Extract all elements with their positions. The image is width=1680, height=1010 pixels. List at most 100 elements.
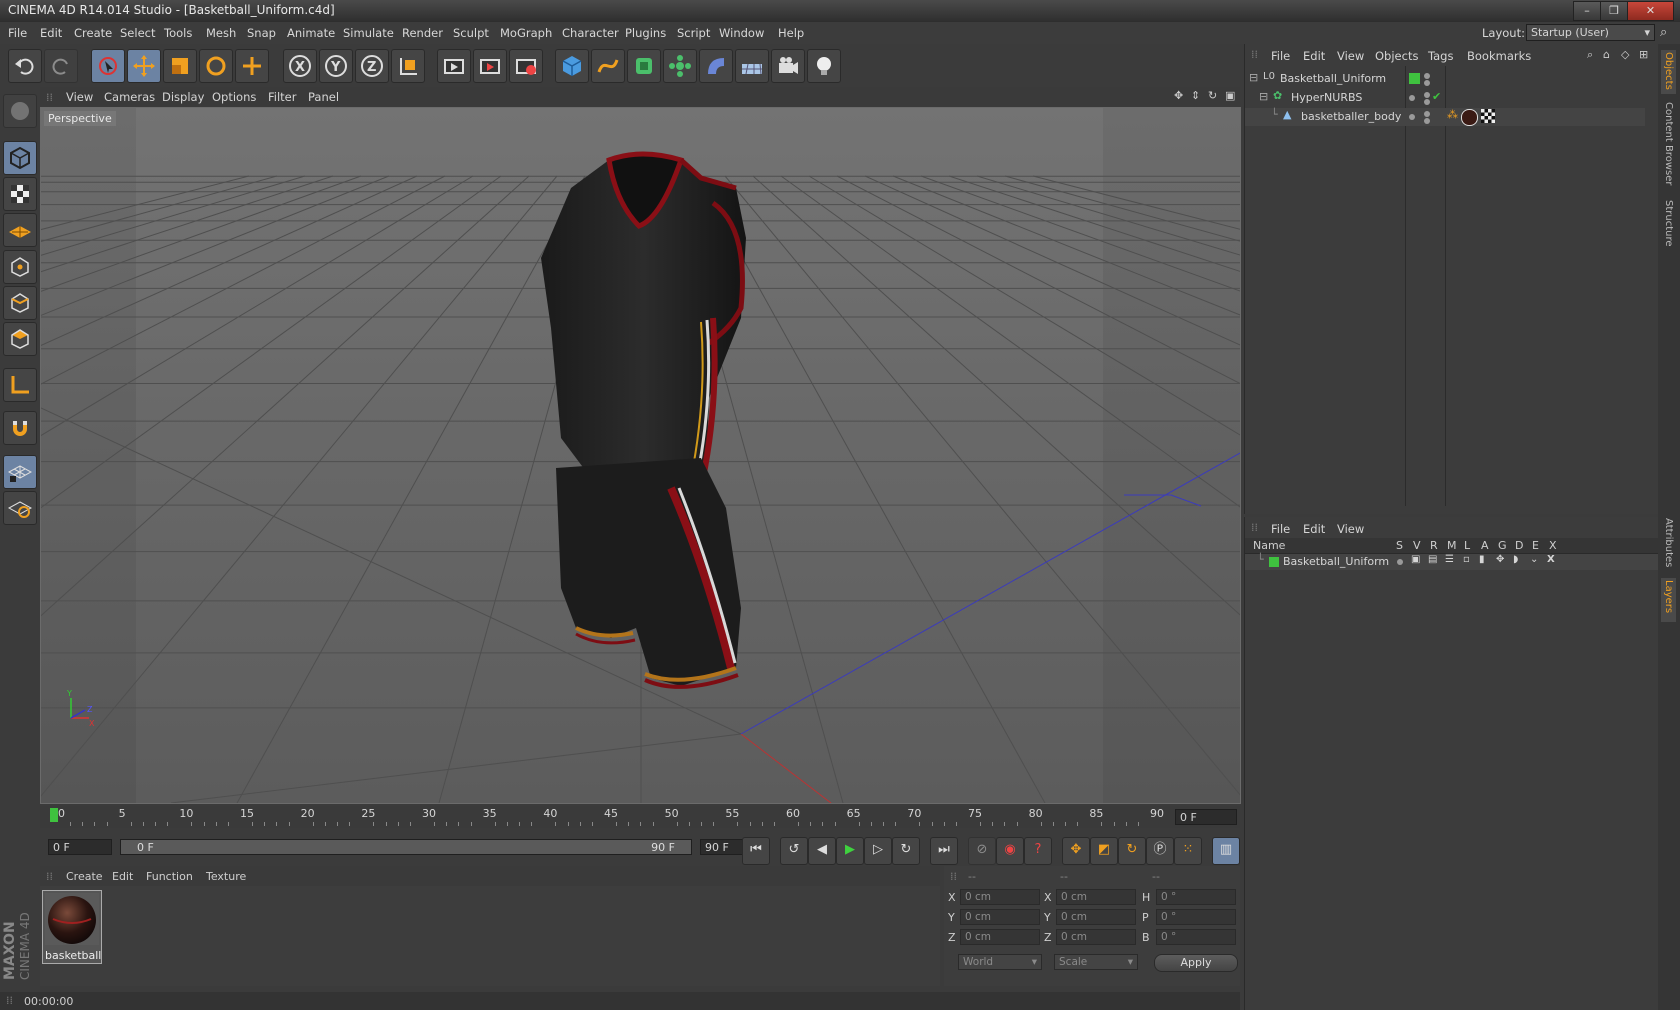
column-view[interactable]: V — [1413, 539, 1421, 552]
y-axis-lock-button[interactable]: Y — [319, 49, 353, 83]
layer-lock-icon[interactable]: ▫ — [1463, 554, 1470, 565]
column-animation[interactable]: A — [1481, 539, 1489, 552]
maximize-button[interactable]: ❐ — [1600, 1, 1628, 21]
column-xref[interactable]: X — [1549, 539, 1557, 552]
home-icon[interactable]: ⌂ — [1603, 48, 1610, 61]
light-button[interactable] — [807, 49, 841, 83]
material-menu-function[interactable]: Function — [146, 870, 193, 883]
menu-file[interactable]: File — [8, 26, 27, 40]
render-view-button[interactable] — [437, 49, 471, 83]
uvw-tag-icon[interactable] — [1481, 109, 1495, 123]
layout-dropdown[interactable]: Startup (User) ▾ — [1526, 24, 1655, 41]
column-locked[interactable]: L — [1464, 539, 1470, 552]
rotate-tool-button[interactable] — [199, 49, 233, 83]
viewport-menu-cameras[interactable]: Cameras — [104, 90, 155, 104]
minimize-button[interactable]: – — [1573, 1, 1601, 21]
viewport-menu-display[interactable]: Display — [162, 90, 204, 104]
pos-y-field[interactable]: 0 cm — [960, 909, 1040, 925]
timeline-window-button[interactable]: ▥ — [1212, 837, 1240, 865]
editor-visibility-dot[interactable] — [1424, 92, 1430, 98]
menu-edit[interactable]: Edit — [40, 26, 62, 40]
key-rotation-button[interactable]: ↻ — [1118, 837, 1146, 865]
layer-manager-icon[interactable]: ☰ — [1445, 554, 1454, 565]
spline-button[interactable] — [591, 49, 625, 83]
layer-dot[interactable] — [1409, 95, 1415, 101]
play-button[interactable]: ▶ — [836, 837, 864, 865]
x-axis-lock-button[interactable]: X — [283, 49, 317, 83]
material-menu-edit[interactable]: Edit — [112, 870, 133, 883]
next-key-button[interactable]: ↻ — [892, 837, 920, 865]
object-name[interactable]: Basketball_Uniform — [1280, 72, 1386, 85]
menu-help[interactable]: Help — [778, 26, 804, 40]
record-keys-button[interactable]: ⊘ — [968, 837, 996, 865]
material-menu-texture[interactable]: Texture — [206, 870, 246, 883]
camera-button[interactable] — [771, 49, 805, 83]
collapse-icon[interactable]: ⊟ — [1249, 71, 1258, 84]
layer-color-swatch[interactable] — [1269, 557, 1279, 567]
redo-button[interactable] — [44, 49, 78, 83]
tab-layers[interactable]: Layers — [1661, 578, 1676, 622]
menu-sculpt[interactable]: Sculpt — [453, 26, 489, 40]
polygons-mode-button[interactable] — [3, 322, 37, 356]
current-frame-field[interactable]: 0 F — [1175, 809, 1237, 825]
enabled-check-icon[interactable]: ✔ — [1432, 90, 1441, 103]
phong-tag-icon[interactable]: ⁂ — [1447, 108, 1458, 121]
previous-key-button[interactable]: ↺ — [780, 837, 808, 865]
menu-script[interactable]: Script — [677, 26, 710, 40]
pos-z-field[interactable]: 0 cm — [960, 929, 1040, 945]
layer-dot[interactable] — [1409, 114, 1415, 120]
rot-p-field[interactable]: 0 ° — [1156, 909, 1236, 925]
go-to-start-button[interactable]: ⏮ — [742, 837, 770, 865]
rot-b-field[interactable]: 0 ° — [1156, 929, 1236, 945]
apply-button[interactable]: Apply — [1154, 954, 1238, 972]
keyframe-selection-button[interactable]: ? — [1024, 837, 1052, 865]
workplane-mode-button[interactable] — [3, 213, 37, 247]
object-row[interactable]: ⊟ L0 Basketball_Uniform — [1245, 70, 1645, 88]
zoom-icon[interactable]: ◇ — [1621, 48, 1629, 61]
layer-view-icon[interactable]: ▣ — [1411, 554, 1420, 565]
undo-button[interactable] — [8, 49, 42, 83]
axis-mode-button[interactable] — [3, 368, 37, 402]
viewport-menu-panel[interactable]: Panel — [308, 90, 339, 104]
layers-menu-file[interactable]: File — [1271, 522, 1290, 536]
objects-menu-edit[interactable]: Edit — [1303, 49, 1325, 63]
tab-structure[interactable]: Structure — [1661, 198, 1676, 252]
search-icon[interactable]: ⌕ — [1587, 48, 1593, 62]
viewport-menu-options[interactable]: Options — [212, 90, 256, 104]
menu-mograph[interactable]: MoGraph — [500, 26, 552, 40]
viewport-menu-view[interactable]: View — [66, 90, 93, 104]
planar-workplane-button[interactable] — [3, 491, 37, 525]
layer-render-icon[interactable]: ▤ — [1428, 554, 1437, 565]
column-manager[interactable]: M — [1447, 539, 1457, 552]
key-position-button[interactable]: ✥ — [1062, 837, 1090, 865]
layer-expressions-icon[interactable]: ⌄ — [1530, 554, 1538, 565]
cube-primitive-button[interactable] — [555, 49, 589, 83]
move-tool-button[interactable] — [127, 49, 161, 83]
viewport-menu-filter[interactable]: Filter — [268, 90, 296, 104]
pos-x-field[interactable]: 0 cm — [960, 889, 1040, 905]
floor-button[interactable] — [735, 49, 769, 83]
render-settings-button[interactable] — [509, 49, 543, 83]
layers-menu-view[interactable]: View — [1337, 522, 1364, 536]
make-editable-button[interactable] — [3, 94, 37, 128]
column-name[interactable]: Name — [1253, 539, 1285, 552]
key-parameter-button[interactable]: Ⓟ — [1146, 837, 1174, 865]
perspective-viewport[interactable]: Y X Z Perspective — [40, 107, 1241, 804]
layer-xref-icon[interactable]: X — [1547, 554, 1555, 565]
coordinate-system-button[interactable] — [391, 49, 425, 83]
size-y-field[interactable]: 0 cm — [1056, 909, 1136, 925]
rotate-view-icon[interactable]: ↻ — [1208, 89, 1217, 102]
new-window-icon[interactable]: ⊞ — [1639, 48, 1648, 61]
menu-mesh[interactable]: Mesh — [206, 26, 236, 40]
render-visibility-dot[interactable] — [1424, 118, 1430, 124]
texture-mode-button[interactable] — [3, 177, 37, 211]
timeline-ruler[interactable]: 0 5 10 15 20 25 30 35 40 45 50 55 60 65 70 75 80 85 90 0 F — [40, 806, 1240, 828]
layer-deformers-icon[interactable]: ◗ — [1513, 554, 1518, 565]
objects-menu-bookmarks[interactable]: Bookmarks — [1467, 49, 1531, 63]
size-z-field[interactable]: 0 cm — [1056, 929, 1136, 945]
search-icon[interactable]: ⌕ — [1660, 25, 1667, 40]
render-visibility-dot[interactable] — [1424, 99, 1430, 105]
column-deformers[interactable]: D — [1515, 539, 1523, 552]
rot-h-field[interactable]: 0 ° — [1156, 889, 1236, 905]
column-render[interactable]: R — [1430, 539, 1438, 552]
